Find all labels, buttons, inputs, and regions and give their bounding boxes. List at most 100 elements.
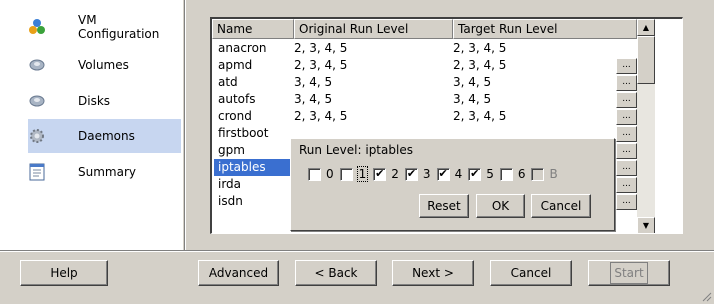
resize-grip-icon[interactable] — [700, 290, 712, 302]
advanced-button-label: Advanced — [208, 266, 269, 280]
edit-run-level-button[interactable]: ... — [616, 143, 637, 159]
run-level-b-checkbox — [531, 167, 545, 181]
run-level-6-checkbox[interactable] — [499, 167, 513, 181]
edit-run-level-button[interactable]: ... — [616, 92, 637, 108]
daemon-name: atd — [218, 75, 238, 89]
start-button-label: Start — [610, 262, 648, 284]
target-run-level: 3, 4, 5 — [453, 75, 492, 89]
back-button[interactable]: < Back — [295, 260, 377, 286]
daemon-name: apmd — [218, 58, 253, 72]
help-button-label: Help — [50, 266, 78, 280]
vertical-scrollbar[interactable]: ▲ ▼ — [637, 19, 655, 233]
checkmark-icon: ✔ — [438, 166, 448, 180]
run-level-6[interactable]: 6 — [499, 167, 526, 181]
run-level-2[interactable]: ✔ 2 — [373, 167, 399, 181]
summary-document-icon — [28, 163, 46, 181]
run-level-4[interactable]: ✔ 4 — [436, 166, 463, 181]
target-run-level: 2, 3, 4, 5 — [453, 41, 507, 55]
footer-divider — [0, 250, 714, 252]
scrollbar-thumb[interactable] — [637, 36, 655, 84]
target-run-level: 2, 3, 4, 5 — [453, 109, 507, 123]
table-row[interactable]: autofs 3, 4, 5 3, 4, 5 ... — [212, 91, 637, 108]
run-level-label: 3 — [422, 167, 431, 181]
table-row[interactable]: anacron 2, 3, 4, 5 2, 3, 4, 5 — [212, 40, 637, 57]
sidebar-item-volumes[interactable]: Volumes — [28, 48, 181, 82]
edit-run-level-button[interactable]: ... — [616, 160, 637, 176]
original-run-level: 2, 3, 4, 5 — [294, 58, 348, 72]
next-button-label: Next > — [412, 266, 454, 280]
sidebar-item-label: Summary — [78, 165, 136, 179]
ok-button[interactable]: OK — [476, 194, 525, 218]
column-header-name[interactable]: Name — [212, 19, 294, 39]
target-run-level: 2, 3, 4, 5 — [453, 58, 507, 72]
sidebar-item-label: Disks — [78, 94, 111, 108]
run-level-2-checkbox[interactable]: ✔ — [373, 166, 387, 181]
run-level-label: 2 — [391, 167, 399, 181]
run-level-label: 4 — [454, 167, 463, 181]
checkmark-icon: ✔ — [470, 166, 480, 180]
run-level-b: B — [531, 167, 558, 181]
sidebar-divider — [184, 0, 186, 250]
run-level-label: 5 — [486, 167, 494, 181]
scroll-down-button[interactable]: ▼ — [637, 217, 655, 233]
edit-run-level-button[interactable]: ... — [616, 126, 637, 142]
next-button[interactable]: Next > — [392, 260, 474, 286]
target-run-level: 3, 4, 5 — [453, 92, 492, 106]
edit-run-level-button[interactable]: ... — [616, 109, 637, 125]
run-level-1[interactable]: 1 — [339, 166, 369, 182]
cancel-button[interactable]: Cancel — [490, 260, 572, 286]
grid-header: Name Original Run Level Target Run Level — [212, 19, 637, 39]
edit-run-level-button[interactable]: ... — [616, 177, 637, 193]
run-level-0[interactable]: 0 — [308, 167, 334, 181]
advanced-button[interactable]: Advanced — [198, 260, 279, 286]
edit-run-level-button[interactable]: ... — [616, 75, 637, 91]
run-level-checkboxes: 0 1 ✔ 2 ✔ 3 ✔ 4 ✔ 5 6 B — [308, 166, 564, 182]
table-row[interactable]: atd 3, 4, 5 3, 4, 5 ... — [212, 74, 637, 91]
column-header-target-run-level[interactable]: Target Run Level — [453, 19, 637, 39]
daemon-name: isdn — [218, 194, 243, 208]
start-button: Start — [588, 260, 670, 286]
daemon-name: iptables — [214, 159, 290, 176]
popup-cancel-button[interactable]: Cancel — [531, 194, 591, 218]
sidebar-item-label: VM Configuration — [78, 13, 160, 41]
sidebar-item-disks[interactable]: Disks — [28, 84, 181, 118]
daemon-name: irda — [218, 177, 242, 191]
table-row[interactable]: crond 2, 3, 4, 5 2, 3, 4, 5 ... — [212, 108, 637, 125]
vm-configuration-icon — [28, 18, 46, 36]
run-level-1-checkbox[interactable] — [339, 167, 353, 181]
run-level-label: 1 — [356, 166, 369, 182]
wizard-sidebar: VM Configuration Volumes Disks Daemons S… — [0, 0, 183, 250]
arrow-down-icon: ▼ — [642, 221, 650, 230]
help-button[interactable]: Help — [20, 260, 108, 286]
run-level-5[interactable]: ✔ 5 — [468, 167, 494, 181]
cancel-button-label: Cancel — [510, 266, 552, 280]
run-level-0-checkbox[interactable] — [308, 167, 321, 181]
sidebar-item-daemons[interactable]: Daemons — [28, 119, 181, 153]
daemon-name: autofs — [218, 92, 256, 106]
run-level-label: B — [549, 167, 558, 181]
reset-button[interactable]: Reset — [419, 194, 469, 218]
run-level-4-checkbox[interactable]: ✔ — [436, 166, 450, 181]
sidebar-item-summary[interactable]: Summary — [28, 155, 181, 189]
column-header-original-run-level[interactable]: Original Run Level — [294, 19, 453, 39]
sidebar-item-label: Daemons — [78, 129, 135, 143]
daemon-name: firstboot — [218, 126, 269, 140]
run-level-label: 6 — [517, 167, 526, 181]
run-level-3[interactable]: ✔ 3 — [404, 166, 431, 181]
run-level-5-checkbox[interactable]: ✔ — [468, 166, 482, 181]
original-run-level: 2, 3, 4, 5 — [294, 109, 348, 123]
checkmark-icon: ✔ — [406, 166, 417, 180]
daemon-name: anacron — [218, 41, 267, 55]
run-level-3-checkbox[interactable]: ✔ — [404, 166, 418, 181]
daemon-name: gpm — [218, 143, 245, 157]
popup-title: Run Level: iptables — [299, 143, 413, 157]
table-row[interactable]: apmd 2, 3, 4, 5 2, 3, 4, 5 ... — [212, 57, 637, 74]
scroll-up-button[interactable]: ▲ — [637, 19, 655, 36]
volume-icon — [28, 56, 46, 74]
checkmark-icon: ✔ — [375, 166, 385, 180]
original-run-level: 3, 4, 5 — [294, 92, 333, 106]
back-button-label: < Back — [314, 266, 358, 280]
edit-run-level-button[interactable]: ... — [616, 194, 637, 210]
sidebar-item-vm-configuration[interactable]: VM Configuration — [28, 10, 181, 44]
edit-run-level-button[interactable]: ... — [616, 58, 637, 74]
